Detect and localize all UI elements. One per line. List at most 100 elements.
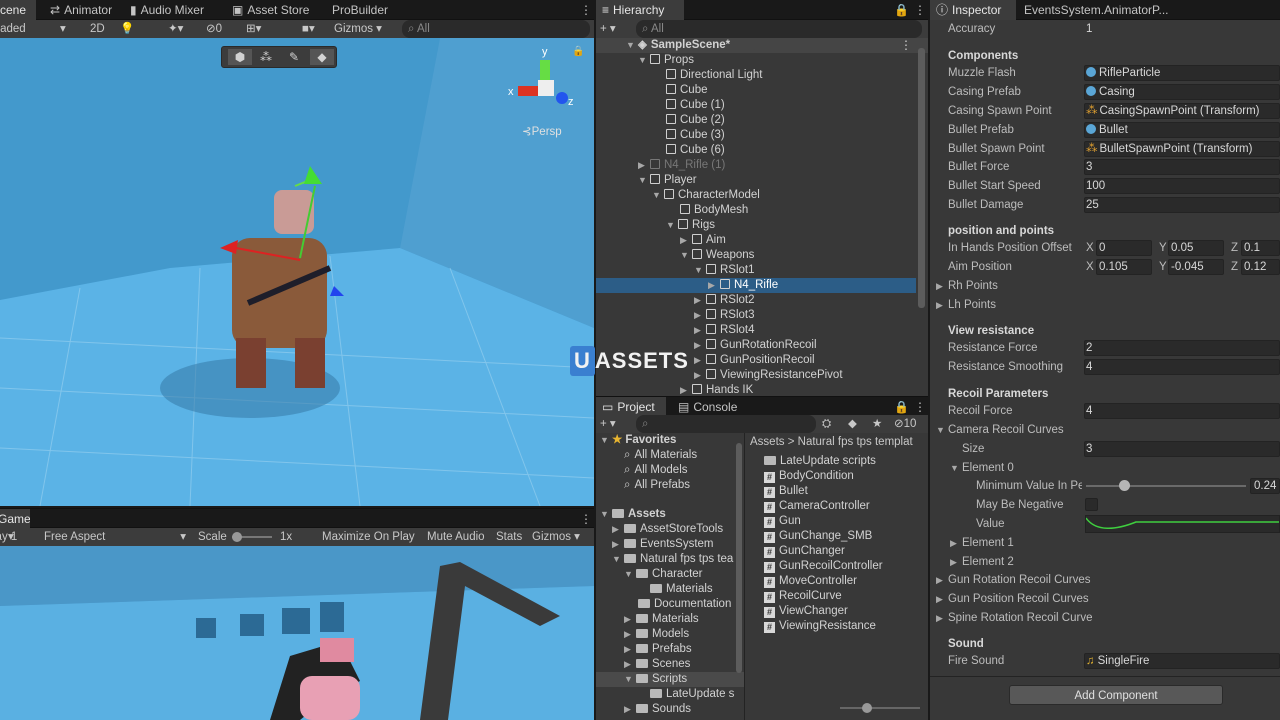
grid-icon[interactable]: ⊞▾ bbox=[246, 20, 261, 38]
hierarchy-item[interactable]: ▶ GunRotationRecoil bbox=[694, 338, 817, 353]
rh-points-foldout[interactable]: ▶ Rh Points bbox=[936, 277, 998, 295]
hierarchy-item[interactable]: Cube bbox=[666, 83, 708, 98]
breadcrumb-root[interactable]: Assets bbox=[750, 436, 785, 448]
hierarchy-item[interactable]: ▼ Player bbox=[638, 173, 697, 188]
hierarchy-item[interactable]: Cube (6) bbox=[666, 143, 725, 158]
scene-menu-icon[interactable]: ⋮ bbox=[574, 0, 598, 20]
maximize-on-play-toggle[interactable]: Maximize On Play bbox=[322, 528, 415, 546]
resistance-force-field[interactable] bbox=[1084, 340, 1280, 356]
favorite-star-icon[interactable]: ★ bbox=[872, 415, 882, 433]
bullet-force-field[interactable] bbox=[1084, 159, 1280, 175]
hierarchy-item-selected[interactable]: ▶ N4_Rifle bbox=[708, 278, 778, 293]
shading-mode-dropdown[interactable]: Shaded▾ bbox=[0, 20, 78, 38]
tab-probuilder[interactable]: ProBuilder bbox=[326, 0, 394, 20]
cube-tool-icon[interactable]: ⬢ bbox=[228, 49, 252, 65]
tab-project[interactable]: ▭ Project bbox=[596, 397, 666, 417]
hierarchy-item[interactable]: ▼ ◈ SampleScene* bbox=[626, 38, 730, 53]
effects-icon[interactable]: ✦▾ bbox=[168, 20, 183, 38]
persp-label[interactable]: ⊰Persp bbox=[522, 124, 562, 138]
mute-audio-toggle[interactable]: Mute Audio bbox=[427, 528, 485, 546]
toggle-2d[interactable]: 2D bbox=[90, 20, 105, 38]
create-asset-button[interactable]: + ▾ bbox=[600, 415, 616, 433]
element2-foldout[interactable]: ▶ Element 2 bbox=[950, 553, 1014, 571]
lh-points-foldout[interactable]: ▶ Lh Points bbox=[936, 296, 996, 314]
tree-item[interactable]: ▶ Models bbox=[624, 627, 689, 642]
tab-hierarchy[interactable]: ≡ Hierarchy bbox=[596, 0, 684, 20]
file-item[interactable]: # ViewChanger bbox=[764, 604, 848, 619]
file-item[interactable]: # ViewingResistance bbox=[764, 619, 876, 634]
tree-item[interactable]: ▶ AssetStoreTools bbox=[612, 522, 723, 537]
hierarchy-item[interactable]: Cube (1) bbox=[666, 98, 725, 113]
file-item[interactable]: # Bullet bbox=[764, 484, 808, 499]
camera-icon[interactable]: ■▾ bbox=[302, 20, 315, 38]
hierarchy-item[interactable]: ▶ RSlot2 bbox=[694, 293, 755, 308]
file-item[interactable]: # GunChange_SMB bbox=[764, 529, 872, 544]
min-value-slider-track[interactable] bbox=[1086, 485, 1246, 487]
tree-item[interactable]: ▶ Sounds bbox=[624, 702, 691, 717]
element0-foldout[interactable]: ▼ Element 0 bbox=[950, 459, 1014, 477]
tab-animator[interactable]: ⇄ Animator bbox=[44, 0, 118, 20]
hierarchy-item[interactable]: ▶ RSlot3 bbox=[694, 308, 755, 323]
tree-item-selected[interactable]: ▼ Scripts bbox=[624, 672, 687, 687]
tree-item[interactable]: ▼ Natural fps tps tea bbox=[612, 552, 733, 567]
file-item[interactable]: # Gun bbox=[764, 514, 801, 529]
aspect-dropdown[interactable]: Free Aspect ▾ bbox=[44, 528, 190, 546]
file-item[interactable]: # CameraController bbox=[764, 499, 870, 514]
tree-item[interactable]: LateUpdate s bbox=[650, 687, 734, 702]
tree-item[interactable]: ⌕ All Models bbox=[624, 463, 688, 478]
tree-item[interactable]: ▼ ★ Favorites bbox=[600, 433, 676, 448]
tree-item[interactable]: ⌕ All Prefabs bbox=[624, 478, 690, 493]
tab-animator-params[interactable]: EventsSystem.AnimatorP... bbox=[1018, 0, 1175, 20]
game-viewport[interactable] bbox=[0, 546, 594, 720]
light-toggle-icon[interactable]: 💡 bbox=[120, 20, 134, 38]
may-be-negative-checkbox[interactable] bbox=[1085, 498, 1098, 511]
hierarchy-item[interactable]: ▶ ViewingResistancePivot bbox=[694, 368, 843, 383]
shape-tool-icon[interactable]: ◆ bbox=[310, 49, 334, 65]
project-splitter[interactable] bbox=[744, 433, 745, 720]
camera-recoil-curves-foldout[interactable]: ▼ Camera Recoil Curves bbox=[936, 421, 1064, 439]
file-item[interactable]: # BodyCondition bbox=[764, 469, 854, 484]
hierarchy-item[interactable]: ▶ Aim bbox=[680, 233, 726, 248]
recoil-force-field[interactable] bbox=[1084, 403, 1280, 419]
lock-icon[interactable]: 🔒 bbox=[572, 46, 584, 57]
stats-toggle[interactable]: Stats bbox=[496, 528, 522, 546]
tab-console[interactable]: ▤ Console bbox=[672, 397, 743, 417]
scene-search-input[interactable]: ⌕ All bbox=[402, 20, 590, 38]
hierarchy-item[interactable]: Directional Light bbox=[666, 68, 762, 83]
hierarchy-item[interactable]: ▶ Hands IK bbox=[680, 383, 753, 396]
pivot-tool-icon[interactable]: ⁂ bbox=[254, 49, 278, 65]
spine-rotation-curve-foldout[interactable]: ▶ Spine Rotation Recoil Curve bbox=[936, 609, 1092, 627]
icon-size-slider-handle[interactable] bbox=[862, 703, 872, 713]
scene-menu-icon[interactable]: ⋮ bbox=[900, 38, 912, 53]
tab-game[interactable]: Game bbox=[0, 509, 30, 529]
pen-tool-icon[interactable]: ✎ bbox=[282, 49, 306, 65]
display-dropdown[interactable]: Display 1▾ bbox=[0, 528, 40, 546]
hierarchy-scrollbar[interactable] bbox=[918, 48, 925, 308]
bullet-speed-field[interactable] bbox=[1084, 178, 1280, 194]
tree-item[interactable]: Materials bbox=[650, 582, 713, 597]
game-menu-icon[interactable]: ⋮ bbox=[574, 509, 598, 529]
hierarchy-item[interactable]: Cube (2) bbox=[666, 113, 725, 128]
tree-item[interactable]: ▼ Character bbox=[624, 567, 703, 582]
scale-slider-handle[interactable] bbox=[232, 532, 242, 542]
orientation-gizmo[interactable]: y x z ⊰Persp 🔒 bbox=[506, 46, 586, 138]
scene-viewport[interactable]: ⬢ ⁂ ✎ ◆ y x z ⊰Persp 🔒 bbox=[0, 38, 594, 506]
tree-item[interactable]: ▶ EventsSystem bbox=[612, 537, 714, 552]
gun-position-curves-foldout[interactable]: ▶ Gun Position Recoil Curves bbox=[936, 590, 1089, 608]
tree-scrollbar[interactable] bbox=[736, 443, 742, 673]
file-item[interactable]: # GunRecoilController bbox=[764, 559, 883, 574]
tab-asset-store[interactable]: ▣ Asset Store bbox=[226, 0, 315, 20]
breadcrumb-path[interactable]: Natural fps tps templat bbox=[798, 436, 913, 448]
hierarchy-item[interactable]: ▶ GunPositionRecoil bbox=[694, 353, 815, 368]
bullet-damage-field[interactable] bbox=[1084, 197, 1280, 213]
hierarchy-item[interactable]: Cube (3) bbox=[666, 128, 725, 143]
hierarchy-item[interactable]: ▼ CharacterModel bbox=[652, 188, 760, 203]
element1-foldout[interactable]: ▶ Element 1 bbox=[950, 534, 1014, 552]
game-gizmos-dropdown[interactable]: Gizmos ▾ bbox=[532, 528, 580, 546]
hierarchy-item[interactable]: ▼ Weapons bbox=[680, 248, 754, 263]
file-item[interactable]: # RecoilCurve bbox=[764, 589, 842, 604]
add-object-button[interactable]: + ▾ bbox=[600, 20, 616, 38]
tree-item[interactable]: ▼ Assets bbox=[600, 507, 666, 522]
accuracy-value[interactable]: 1 bbox=[1086, 20, 1092, 38]
icon-size-slider[interactable] bbox=[840, 707, 920, 709]
